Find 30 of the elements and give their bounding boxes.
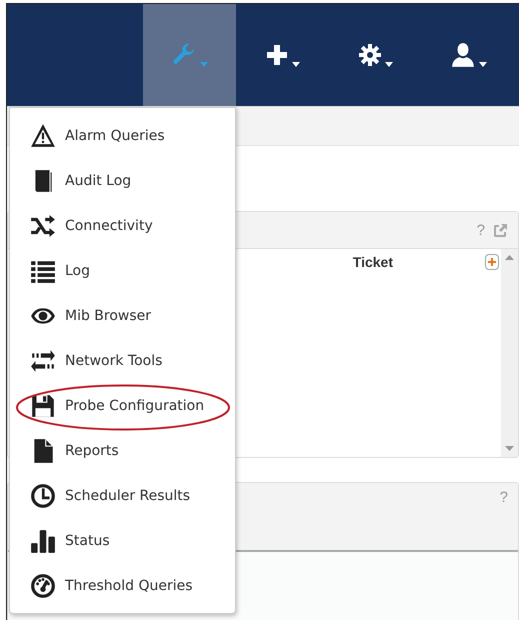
menu-item[interactable]: Threshold Queries [65, 578, 193, 594]
plus-icon [265, 43, 289, 67]
plus-icon [488, 258, 496, 266]
warning-icon [30, 122, 56, 148]
caret-icon [385, 62, 393, 66]
column-header: Ticket [352, 254, 393, 270]
user-icon [450, 42, 476, 68]
caret-icon [479, 62, 487, 66]
clock-icon [30, 482, 56, 508]
scroll-down-icon[interactable] [505, 446, 514, 451]
external-link-icon[interactable] [493, 222, 508, 238]
bar-chart-icon [30, 528, 56, 554]
add-column-button[interactable] [485, 254, 499, 270]
gauge-icon [30, 572, 56, 598]
menu-item[interactable]: Audit Log [65, 172, 132, 188]
menu-item[interactable]: Reports [65, 442, 119, 458]
scrollbar[interactable] [501, 249, 518, 457]
menu-item[interactable]: Scheduler Results [65, 488, 190, 504]
menu-item[interactable]: Mib Browser [65, 308, 152, 324]
menu-item[interactable]: Connectivity [65, 218, 153, 234]
caret-icon [200, 62, 208, 66]
menu-item[interactable]: Status [65, 532, 110, 548]
scroll-up-icon[interactable] [505, 255, 514, 260]
menu-item[interactable]: Alarm Queries [65, 128, 165, 144]
shuffle-icon [30, 212, 56, 238]
caret-icon [292, 62, 300, 66]
arrows-icon [30, 348, 56, 374]
settings-icon [358, 43, 382, 67]
menu-item[interactable]: Network Tools [65, 352, 162, 368]
menu-item[interactable]: Log [65, 262, 90, 278]
